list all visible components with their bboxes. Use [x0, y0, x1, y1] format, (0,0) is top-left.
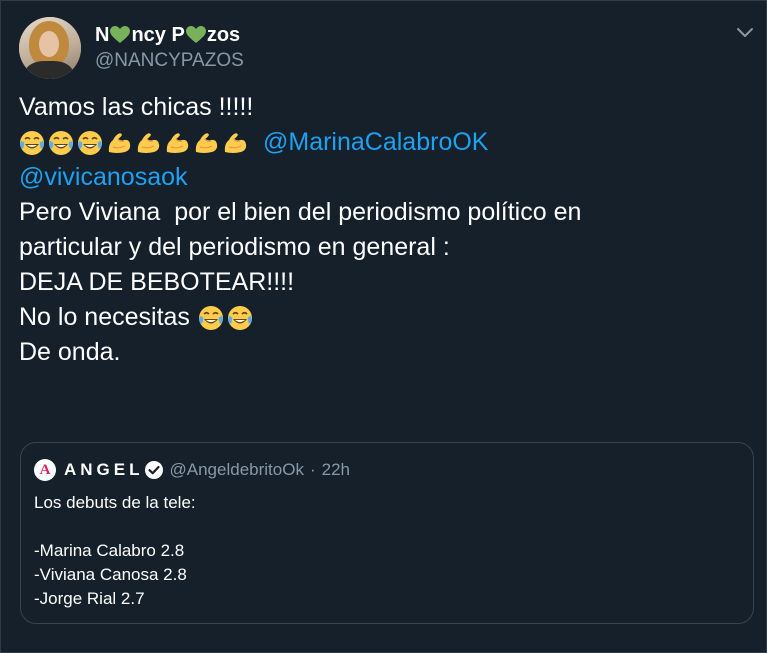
- flexed-biceps-emoji-icon: [135, 130, 161, 156]
- tweet-line-text: particular y del periodismo en general :: [19, 233, 450, 261]
- quoted-handle[interactable]: @AngeldebritoOk: [170, 460, 304, 480]
- quoted-tweet-text: Los debuts de la tele: -Marina Calabro 2…: [34, 491, 196, 611]
- laughing-tears-emoji-icon: [198, 305, 224, 331]
- verified-badge-icon: [144, 461, 163, 479]
- flexed-biceps-emoji-icon: [106, 130, 132, 156]
- laughing-tears-emoji-icon: [77, 130, 103, 156]
- author-handle[interactable]: @NANCYPAZOS: [95, 49, 244, 73]
- tweet-line-text: DEJA DE BEBOTEAR!!!!: [19, 268, 295, 296]
- green-heart-icon: [110, 26, 131, 43]
- tweet-header: N ncy P zos @NANCYPAZOS: [19, 16, 244, 80]
- tweet-line-text: Vamos las chicas !!!!!: [19, 93, 254, 121]
- quoted-line: [34, 515, 196, 539]
- separator-dot: ·: [309, 460, 316, 479]
- quoted-line: -Viviana Canosa 2.8: [34, 565, 187, 584]
- display-name-part: N: [95, 24, 110, 46]
- flexed-biceps-emoji-icon: [193, 130, 219, 156]
- tweet-line-text: De onda.: [19, 338, 121, 366]
- author-names: N ncy P zos @NANCYPAZOS: [95, 23, 244, 73]
- tweet-text: Vamos las chicas !!!!! @MarinaCalabroOK …: [19, 90, 719, 370]
- laughing-tears-emoji-icon: [227, 305, 253, 331]
- laughing-tears-emoji-icon: [48, 130, 74, 156]
- mention-link[interactable]: @MarinaCalabroOK: [263, 125, 488, 160]
- laughing-tears-emoji-icon: [19, 130, 45, 156]
- tweet-card: N ncy P zos @NANCYPAZOS Vamos las chicas…: [0, 0, 767, 653]
- quoted-avatar[interactable]: A: [34, 459, 56, 481]
- tweet-line-text: Pero Viviana por el bien del periodismo …: [19, 198, 582, 226]
- tweet-line: DEJA DE BEBOTEAR!!!!: [19, 265, 719, 300]
- tweet-line-text: No lo necesitas: [19, 303, 190, 331]
- chevron-down-icon[interactable]: [734, 21, 756, 43]
- tweet-line: No lo necesitas: [19, 300, 719, 335]
- tweet-line: particular y del periodismo en general :: [19, 230, 719, 265]
- quoted-tweet[interactable]: A ANGEL @AngeldebritoOk · 22h Los debuts…: [20, 442, 754, 624]
- flexed-biceps-emoji-icon: [222, 130, 248, 156]
- quoted-line: -Marina Calabro 2.8: [34, 541, 185, 560]
- display-name-part: ncy P: [131, 24, 185, 46]
- green-heart-icon: [185, 26, 206, 43]
- tweet-line: De onda.: [19, 335, 719, 370]
- tweet-line: @vivicanosaok: [19, 160, 719, 195]
- quoted-tweet-header: A ANGEL @AngeldebritoOk · 22h: [34, 458, 350, 482]
- tweet-line: Pero Viviana por el bien del periodismo …: [19, 195, 719, 230]
- flexed-biceps-emoji-icon: [164, 130, 190, 156]
- quoted-timestamp[interactable]: 22h: [322, 460, 350, 480]
- quoted-line: -Jorge Rial 2.7: [34, 589, 145, 608]
- quoted-avatar-letter: A: [39, 462, 51, 478]
- display-name[interactable]: N ncy P zos: [95, 23, 244, 47]
- quoted-display-name[interactable]: ANGEL: [64, 460, 144, 480]
- mention-link[interactable]: @vivicanosaok: [19, 160, 188, 195]
- tweet-line: Vamos las chicas !!!!!: [19, 90, 719, 125]
- display-name-part: zos: [206, 24, 241, 46]
- avatar[interactable]: [19, 17, 81, 79]
- tweet-line: @MarinaCalabroOK: [19, 125, 719, 160]
- quoted-line: Los debuts de la tele:: [34, 493, 196, 512]
